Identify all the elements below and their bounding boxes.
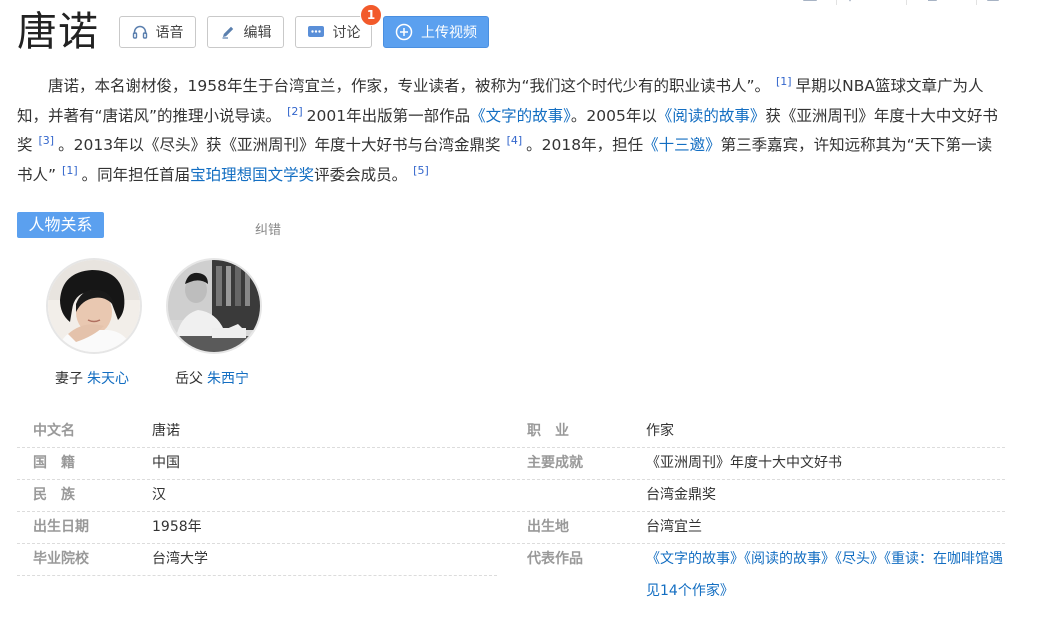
info-row: 毕业院校 台湾大学 [17, 544, 497, 576]
info-value: 作家 [646, 423, 674, 439]
discuss-label: 讨论 [332, 25, 361, 41]
avatar-father-in-law[interactable] [166, 258, 262, 354]
page-title: 唐诺 [17, 9, 99, 55]
reference-link[interactable]: [2] [287, 105, 303, 118]
chat-icon [307, 24, 325, 40]
like-icon[interactable] [844, 0, 884, 4]
info-label: 中文名 [33, 423, 75, 439]
info-value: 《亚洲周刊》年度十大中文好书 [646, 455, 842, 471]
reference-link[interactable]: [1] [62, 164, 78, 177]
summary-paragraph: 唐诺，本名谢材俊，1958年生于台湾宜兰，作家，专业读者，被称为“我们这个时代少… [17, 72, 1007, 190]
headphones-icon [132, 24, 148, 40]
info-label: 毕业院校 [33, 551, 89, 567]
top-toolbar-fragment [800, 0, 1037, 6]
summary-text: 。同年担任首届 [81, 165, 191, 184]
summary-text: 。2005年以 [570, 106, 657, 125]
work-link[interactable]: 《尽头》 [835, 551, 884, 567]
relation-caption: 妻子 朱天心 [55, 368, 129, 388]
avatar-wife[interactable] [46, 258, 142, 354]
edit-label: 编辑 [243, 25, 272, 41]
nationality-link[interactable]: 中国 [152, 448, 180, 479]
relations-tag: 人物关系 [17, 212, 104, 238]
work-link[interactable]: 《阅读的故事》 [744, 551, 835, 567]
book-link[interactable]: 《阅读的故事》 [657, 107, 766, 125]
info-label: 出生日期 [33, 519, 89, 535]
info-row: 中文名 唐诺 职 业 作家 [17, 416, 1005, 448]
more-icon[interactable] [986, 0, 1002, 4]
reference-link[interactable]: [5] [413, 164, 429, 177]
discuss-button[interactable]: 讨论 [295, 16, 372, 48]
summary-text: 2001年出版第一部作品 [306, 106, 471, 125]
relation-caption: 岳父 朱西宁 [175, 368, 249, 388]
info-value: 1958年 [152, 519, 202, 535]
plus-circle-icon [395, 23, 413, 41]
voice-label: 语音 [155, 25, 184, 41]
upload-video-label: 上传视频 [421, 25, 477, 41]
voice-button[interactable]: 语音 [119, 16, 196, 48]
info-value: 汉 [152, 487, 166, 503]
summary-text: 唐诺，本名谢材俊，1958年生于台湾宜兰，作家，专业读者，被称为“我们这个时代少… [48, 77, 771, 95]
person-link[interactable]: 朱西宁 [207, 371, 249, 387]
pencil-icon [220, 24, 236, 40]
book-link[interactable]: 《文字的故事》 [470, 107, 571, 125]
info-label: 国 籍 [33, 455, 75, 471]
reference-link[interactable]: [1] [776, 75, 792, 88]
divider [976, 0, 977, 5]
info-row: 国 籍 中国 主要成就 《亚洲周刊》年度十大中文好书 [17, 448, 1005, 480]
divider [836, 0, 837, 5]
info-value: 唐诺 [152, 423, 180, 439]
person-link[interactable]: 朱天心 [87, 371, 129, 387]
info-value: 台湾宜兰 [646, 519, 702, 535]
representative-works: 《文字的故事》《阅读的故事》《尽头》《重读：在咖啡馆遇见14个作家》 [646, 543, 1006, 607]
info-label: 民 族 [33, 487, 75, 503]
prize-link[interactable]: 宝珀理想国文学奖 [190, 166, 314, 184]
relation-type: 岳父 [175, 371, 203, 387]
info-label: 职 业 [527, 423, 569, 439]
info-value: 台湾金鼎奖 [646, 487, 716, 503]
info-label: 出生地 [527, 519, 569, 535]
work-link[interactable]: 《文字的故事》 [646, 551, 744, 567]
reference-link[interactable]: [3] [39, 134, 55, 147]
edit-button[interactable]: 编辑 [207, 16, 284, 48]
info-label: 代表作品 [527, 551, 583, 567]
notification-badge: 1 [360, 4, 382, 26]
correct-link[interactable]: 纠错 [255, 219, 281, 238]
info-row: 民 族 汉 台湾金鼎奖 [17, 480, 1005, 512]
info-value: 台湾大学 [152, 551, 208, 567]
summary-text: 。2013年以《尽头》获《亚洲周刊》年度十大好书与台湾金鼎奖 [58, 136, 501, 154]
show-link[interactable]: 《十三邀》 [643, 136, 721, 154]
relation-type: 妻子 [55, 371, 83, 387]
summary-text: 。2018年，担任 [526, 136, 644, 154]
info-label: 主要成就 [527, 455, 583, 471]
summary-text: 评委会成员。 [314, 165, 408, 184]
reference-link[interactable]: [4] [507, 134, 523, 147]
collect-icon[interactable] [802, 0, 818, 4]
share-icon[interactable] [927, 0, 968, 4]
upload-video-button[interactable]: 上传视频 [383, 16, 489, 48]
info-row: 出生日期 1958年 出生地 台湾宜兰 [17, 512, 1005, 544]
divider [906, 0, 907, 5]
